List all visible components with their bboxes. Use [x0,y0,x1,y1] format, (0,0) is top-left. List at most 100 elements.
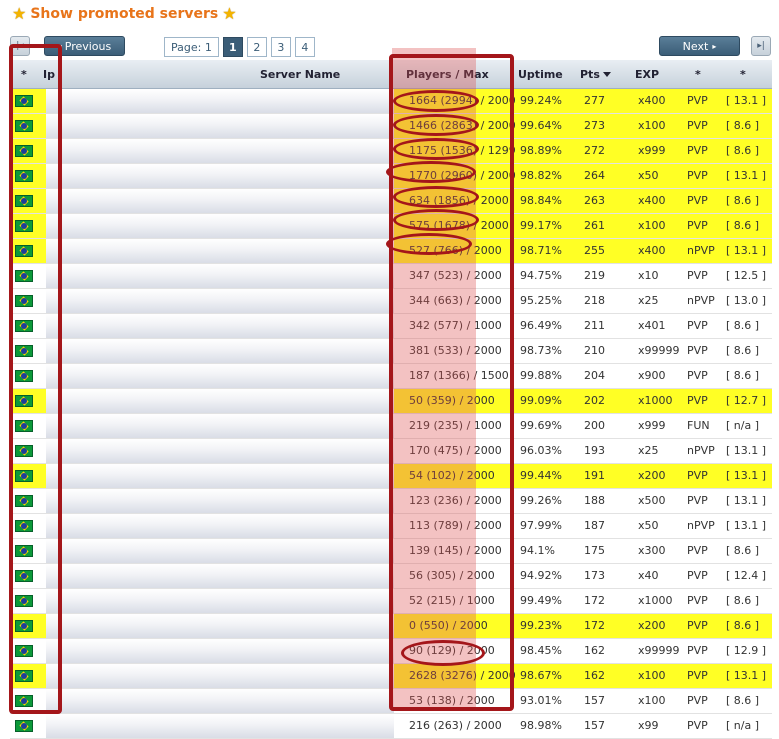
server-name-cell[interactable] [46,539,394,563]
server-name-cell[interactable] [46,589,394,613]
server-name-cell[interactable] [46,239,394,263]
next-button[interactable]: Next ▸ [659,36,740,56]
table-row[interactable]: 50 (359) / 2000 99.09% 202 x1000 PVP [ 12.7 ] [10,389,772,414]
last-page-button[interactable]: ▸| [751,36,771,56]
table-row[interactable]: 527 (766) / 2000 98.71% 255 x400 nPVP [ 13.1 … [10,239,772,264]
server-name-cell[interactable] [46,514,394,538]
server-name-cell[interactable] [46,114,394,138]
server-name-cell[interactable] [46,564,394,588]
server-name-cell[interactable] [46,264,394,288]
brazil-flag-icon [15,320,33,332]
table-row[interactable]: 344 (663) / 2000 95.25% 218 x25 nPVP [ 13.0 ] [10,289,772,314]
table-row[interactable]: 342 (577) / 1000 96.49% 211 x401 PVP [ 8.6 ] [10,314,772,339]
show-promoted-servers-link[interactable]: ★ Show promoted servers ★ [12,4,237,24]
table-row[interactable]: 90 (129) / 2000 98.45% 162 x99999 PVP [ 12.9 … [10,639,772,664]
exp-cell: x99999 [638,344,680,357]
table-row[interactable]: 170 (475) / 2000 96.03% 193 x25 nPVP [ 13.1 ] [10,439,772,464]
server-name-cell[interactable] [46,689,394,713]
server-name-cell[interactable] [46,664,394,688]
brazil-flag-icon [15,545,33,557]
table-row[interactable]: 1770 (2960) / 2000 98.82% 264 x50 PVP [ 13.1 … [10,164,772,189]
server-name-cell[interactable] [46,189,394,213]
table-row[interactable]: 54 (102) / 2000 99.44% 191 x200 PVP [ 13.1 ] [10,464,772,489]
col-uptime[interactable]: Uptime [518,68,563,81]
first-page-button[interactable]: |◂ [10,36,30,56]
table-row[interactable]: 1466 (2863) / 2000 99.64% 273 x100 PVP [ 8.6 … [10,114,772,139]
table-row[interactable]: 123 (236) / 2000 99.26% 188 x500 PVP [ 13.1 ] [10,489,772,514]
col-ip[interactable]: Ip [43,68,55,81]
exp-cell: x100 [638,219,666,232]
table-row[interactable]: 53 (138) / 2000 93.01% 157 x100 PVP [ 8.6 ] [10,689,772,714]
type-cell: PVP [687,119,708,132]
col-server-name[interactable]: Server Name [260,68,340,81]
table-row[interactable]: 139 (145) / 2000 94.1% 175 x300 PVP [ 8.6 ] [10,539,772,564]
server-name-cell[interactable] [46,489,394,513]
col-star[interactable]: * [21,68,27,81]
exp-cell: x300 [638,544,666,557]
version-cell: [ 12.7 ] [726,394,767,407]
exp-cell: x400 [638,194,666,207]
table-row[interactable]: 52 (215) / 1000 99.49% 172 x1000 PVP [ 8.6 ] [10,589,772,614]
players-cell: 2628 (3276) / 2000 [409,669,516,682]
table-row[interactable]: 56 (305) / 2000 94.92% 173 x40 PVP [ 12.4 ] [10,564,772,589]
server-name-cell[interactable] [46,614,394,638]
server-name-cell[interactable] [46,164,394,188]
col-exp[interactable]: EXP [635,68,659,81]
server-name-cell[interactable] [46,139,394,163]
exp-cell: x500 [638,494,666,507]
server-name-cell[interactable] [46,639,394,663]
table-row[interactable]: 575 (1678) / 2000 99.17% 261 x100 PVP [ 8.6 ] [10,214,772,239]
players-cell: 1770 (2960) / 2000 [409,169,516,182]
brazil-flag-icon [15,245,33,257]
table-row[interactable]: 634 (1856) / 2000 98.84% 263 x400 PVP [ 8.6 ] [10,189,772,214]
server-name-cell[interactable] [46,89,394,113]
page-4-button[interactable]: 4 [294,37,315,57]
col-type[interactable]: * [695,68,701,81]
brazil-flag-icon [15,295,33,307]
table-row[interactable]: 216 (263) / 2000 98.98% 157 x99 PVP [ n/a ] [10,714,772,739]
table-row[interactable]: 113 (789) / 2000 97.99% 187 x50 nPVP [ 13.1 ] [10,514,772,539]
exp-cell: x40 [638,569,659,582]
players-cell: 139 (145) / 2000 [409,544,502,557]
pts-cell: 261 [584,219,605,232]
page-2-button[interactable]: 2 [246,37,267,57]
version-cell: [ 13.1 ] [726,94,767,107]
server-name-cell[interactable] [46,364,394,388]
table-row[interactable]: 347 (523) / 2000 94.75% 219 x10 PVP [ 12.5 ] [10,264,772,289]
type-cell: PVP [687,344,708,357]
table-row[interactable]: 1175 (1536) / 1299 98.89% 272 x999 PVP [ 8.6 … [10,139,772,164]
players-cell: 56 (305) / 2000 [409,569,495,582]
players-cell: 90 (129) / 2000 [409,644,495,657]
server-name-cell[interactable] [46,339,394,363]
server-name-cell[interactable] [46,439,394,463]
server-name-cell[interactable] [46,389,394,413]
table-row[interactable]: 187 (1366) / 1500 99.88% 204 x900 PVP [ 8.6 ] [10,364,772,389]
table-row[interactable]: 0 (550) / 2000 99.23% 172 x200 PVP [ 8.6 ] [10,614,772,639]
table-row[interactable]: 2628 (3276) / 2000 98.67% 162 x100 PVP [ 13.1… [10,664,772,689]
page-1-button[interactable]: 1 [222,37,243,57]
server-name-cell[interactable] [46,214,394,238]
col-version[interactable]: * [740,68,746,81]
pts-cell: 157 [584,719,605,732]
server-name-cell[interactable] [46,714,394,738]
players-cell: 575 (1678) / 2000 [409,219,509,232]
sort-down-icon [602,72,611,77]
col-players[interactable]: Players / Max [406,68,489,81]
table-row[interactable]: 219 (235) / 1000 99.69% 200 x999 FUN [ n/a ] [10,414,772,439]
pts-cell: 277 [584,94,605,107]
uptime-cell: 98.82% [520,169,562,182]
table-row[interactable]: 1664 (2994) / 2000 99.24% 277 x400 PVP [ 13.1… [10,89,772,114]
pts-cell: 218 [584,294,605,307]
players-cell: 381 (533) / 2000 [409,344,502,357]
server-name-cell[interactable] [46,464,394,488]
server-name-cell[interactable] [46,289,394,313]
table-row[interactable]: 381 (533) / 2000 98.73% 210 x99999 PVP [ 8.6 … [10,339,772,364]
server-name-cell[interactable] [46,314,394,338]
type-cell: PVP [687,319,708,332]
players-cell: 187 (1366) / 1500 [409,369,509,382]
server-name-cell[interactable] [46,414,394,438]
page-3-button[interactable]: 3 [270,37,291,57]
pts-cell: 200 [584,419,605,432]
previous-button[interactable]: ◂ Previous [44,36,125,56]
col-pts[interactable]: Pts [580,68,611,81]
